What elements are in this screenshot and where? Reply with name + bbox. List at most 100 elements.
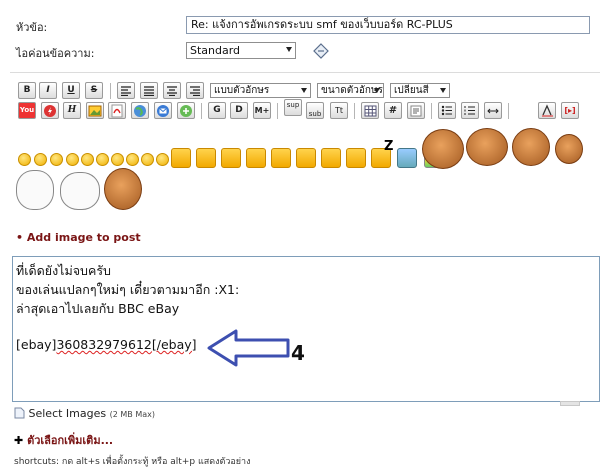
chevron-down-icon — [374, 88, 380, 93]
flash-button[interactable] — [41, 102, 59, 119]
subject-label: หัวข้อ: — [16, 21, 48, 34]
shadow-icon: D — [235, 105, 243, 115]
cat-emoticon-icon[interactable] — [16, 170, 54, 210]
remove-format-button[interactable] — [538, 102, 556, 119]
smiley-icon[interactable] — [50, 153, 63, 166]
align-justify-icon — [144, 86, 154, 97]
align-left-button[interactable] — [117, 82, 135, 99]
divider — [10, 72, 600, 73]
move-button[interactable]: M+ — [253, 102, 271, 119]
email-icon — [157, 105, 169, 117]
subject-input[interactable]: Re: แจ้งการอัพเกรดระบบ smf ของเว็บบอร์ด … — [186, 16, 590, 34]
emoticon-icon[interactable] — [346, 148, 366, 168]
glow-icon: G — [213, 105, 221, 115]
toolbar-separator — [277, 103, 278, 119]
message-icon-select[interactable]: Standard — [186, 42, 296, 59]
file-icon — [14, 407, 25, 419]
code-button[interactable]: # — [384, 102, 402, 119]
emoticon-icon[interactable] — [196, 148, 216, 168]
smiley-icon[interactable] — [96, 153, 109, 166]
email-button[interactable] — [154, 102, 172, 119]
cat-emoticon-icon[interactable] — [60, 172, 100, 210]
font-color-select[interactable]: เปลี่ยนสี — [390, 83, 450, 98]
hash-icon: # — [388, 105, 398, 116]
emoticon-icon[interactable] — [271, 148, 291, 168]
horizontal-rule-icon — [487, 108, 499, 114]
toggle-view-button[interactable]: [▸] — [561, 102, 579, 119]
glow-button[interactable]: G — [208, 102, 226, 119]
align-right-icon — [190, 86, 200, 97]
add-image-link[interactable]: • Add image to post — [16, 231, 141, 244]
sleep-z-icon: Z — [384, 139, 394, 154]
smiley-icon[interactable] — [141, 153, 154, 166]
smiley-icon[interactable] — [18, 153, 31, 166]
teletype-button[interactable]: Tt — [330, 102, 348, 119]
smiley-icon[interactable] — [66, 153, 79, 166]
annotation-arrow-icon — [206, 328, 290, 368]
monkey-emoticon-icon[interactable] — [512, 128, 550, 166]
smiley-icon[interactable] — [126, 153, 139, 166]
strikethrough-button[interactable]: S — [85, 82, 103, 99]
web-link-button[interactable] — [131, 102, 149, 119]
shadow-button[interactable]: D — [230, 102, 248, 119]
subscript-button[interactable]: sub — [306, 102, 324, 119]
emoticon-icon[interactable] — [296, 148, 316, 168]
textarea-resize-handle[interactable] — [560, 401, 580, 406]
toolbar-separator — [110, 83, 111, 99]
toolbar-separator — [354, 103, 355, 119]
pdf-button[interactable] — [108, 102, 126, 119]
underline-button[interactable]: U — [62, 82, 80, 99]
quote-button[interactable] — [407, 102, 425, 119]
youtube-icon: You — [19, 106, 35, 114]
font-face-select[interactable]: แบบตัวอักษร — [210, 83, 311, 98]
horizontal-rule-button[interactable] — [484, 102, 502, 119]
font-size-select[interactable]: ขนาดตัวอักษร — [317, 83, 384, 98]
monkey-emoticon-icon[interactable] — [466, 128, 508, 166]
superscript-icon: sup — [286, 101, 300, 109]
heading-button[interactable]: H — [63, 102, 81, 119]
align-center-button[interactable] — [163, 82, 181, 99]
smiley-icon[interactable] — [111, 153, 124, 166]
youtube-button[interactable]: You — [18, 102, 36, 119]
image-icon — [88, 105, 102, 117]
chevron-down-icon — [301, 88, 307, 93]
bullet-list-button[interactable] — [438, 102, 456, 119]
emoticon-icon[interactable] — [397, 148, 417, 168]
bullet-list-icon — [441, 105, 452, 116]
ftp-icon — [180, 105, 192, 117]
chevron-down-icon — [286, 47, 292, 52]
align-left-icon — [121, 86, 131, 97]
numbered-list-button[interactable] — [461, 102, 479, 119]
align-right-button[interactable] — [186, 82, 204, 99]
emoticon-icon[interactable] — [246, 148, 266, 168]
ftp-button[interactable] — [177, 102, 195, 119]
bold-button[interactable]: B — [18, 82, 36, 99]
message-icon-value: Standard — [190, 44, 241, 57]
align-justify-button[interactable] — [140, 82, 158, 99]
toolbar-separator — [431, 103, 432, 119]
numbered-list-icon — [464, 106, 475, 115]
monkey-emoticon-icon[interactable] — [104, 168, 142, 210]
toolbar-separator — [201, 103, 202, 119]
table-button[interactable] — [361, 102, 379, 119]
smiley-icon[interactable] — [81, 153, 94, 166]
italic-button[interactable]: I — [39, 82, 57, 99]
emoticon-icon[interactable] — [221, 148, 241, 168]
bullet-icon: • — [16, 231, 27, 244]
monkey-emoticon-icon[interactable] — [422, 129, 464, 169]
quote-icon — [410, 105, 422, 117]
smiley-icon[interactable] — [156, 153, 169, 166]
monkey-emoticon-icon[interactable] — [555, 134, 583, 164]
superscript-button[interactable]: sup — [284, 99, 302, 116]
more-options-link[interactable]: ✚ ตัวเลือกเพิ่มเติม... — [14, 431, 113, 449]
emoticon-icon[interactable] — [171, 148, 191, 168]
message-icon-label: ไอค่อนข้อความ: — [16, 47, 95, 60]
smiley-icon[interactable] — [34, 153, 47, 166]
emoticon-icon[interactable] — [321, 148, 341, 168]
select-images-link[interactable]: Select Images (2 MB Max) — [14, 407, 155, 420]
icon-preview-icon — [313, 43, 329, 59]
image-button[interactable] — [86, 102, 104, 119]
message-line: ของเล่นแปลกๆใหม่ๆ เดี๋ยวตามมาอีก :X1: — [16, 282, 240, 297]
remove-format-icon — [541, 104, 553, 117]
message-textarea[interactable]: ที่เด็ดยังไม่จบครับ ของเล่นแปลกๆใหม่ๆ เด… — [12, 256, 600, 402]
